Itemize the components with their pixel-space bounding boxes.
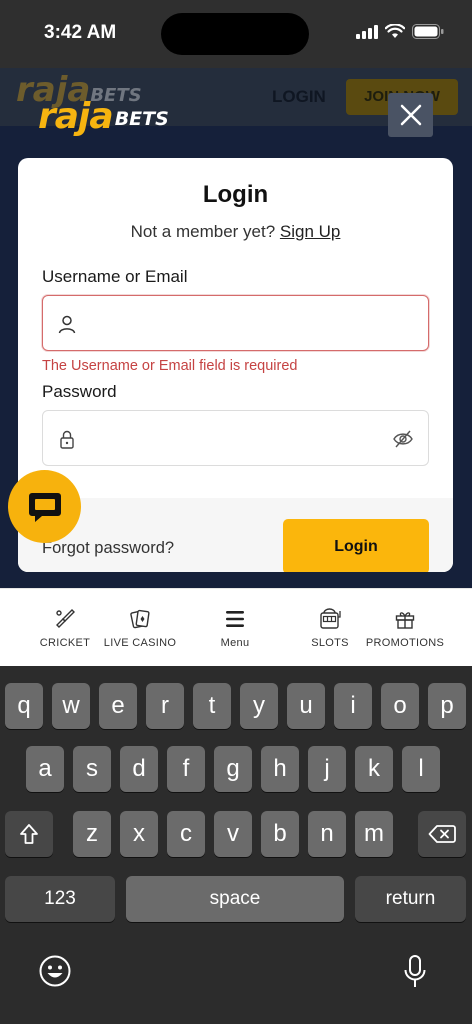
- key-a[interactable]: a: [26, 746, 64, 792]
- nav-item-cricket[interactable]: CRICKET: [36, 607, 94, 649]
- key-p[interactable]: p: [428, 683, 466, 729]
- key-f[interactable]: f: [167, 746, 205, 792]
- key-u[interactable]: u: [287, 683, 325, 729]
- key-m[interactable]: m: [355, 811, 393, 857]
- key-h[interactable]: h: [261, 746, 299, 792]
- key-t[interactable]: t: [193, 683, 231, 729]
- slot-machine-icon: [320, 608, 341, 629]
- nav-item-promotions[interactable]: PROMOTIONS: [366, 607, 444, 649]
- gift-icon: [395, 612, 415, 629]
- key-z[interactable]: z: [73, 811, 111, 857]
- status-time: 3:42 AM: [44, 22, 117, 43]
- emoji-icon[interactable]: [38, 954, 72, 988]
- key-w[interactable]: w: [52, 683, 90, 729]
- hamburger-menu-icon: [226, 611, 244, 627]
- nav-item-live-casino[interactable]: LIVE CASINO: [102, 607, 178, 649]
- space-key[interactable]: space: [126, 876, 344, 922]
- login-button[interactable]: Login: [283, 519, 429, 572]
- signup-prompt: Not a member yet? Sign Up: [18, 222, 453, 242]
- header-login-link[interactable]: LOGIN: [272, 87, 326, 107]
- bottom-nav: CRICKET LIVE CASINO Menu SLOTS PROMOTION…: [0, 588, 472, 666]
- key-c[interactable]: c: [167, 811, 205, 857]
- close-button[interactable]: [388, 93, 433, 137]
- key-l[interactable]: l: [402, 746, 440, 792]
- nav-item-slots[interactable]: SLOTS: [306, 607, 354, 649]
- chat-button[interactable]: [8, 470, 81, 543]
- logo-wordmark: raja: [38, 96, 114, 137]
- numbers-key[interactable]: 123: [5, 876, 115, 922]
- username-input[interactable]: [91, 304, 391, 342]
- forgot-password-link[interactable]: Forgot password?: [42, 539, 174, 558]
- eye-off-icon[interactable]: [392, 429, 414, 449]
- key-b[interactable]: b: [261, 811, 299, 857]
- onscreen-keyboard: q w e r t y u i o p a s d f g h j k l z …: [0, 666, 472, 1024]
- playing-cards-icon: [130, 609, 150, 629]
- shift-arrow-icon: [20, 824, 38, 844]
- key-n[interactable]: n: [308, 811, 346, 857]
- cricket-bat-icon: [56, 609, 75, 628]
- key-e[interactable]: e: [99, 683, 137, 729]
- username-field[interactable]: [42, 295, 429, 351]
- key-y[interactable]: y: [240, 683, 278, 729]
- battery-icon: [412, 24, 444, 39]
- brand-logo: raja BETS: [38, 96, 169, 136]
- return-key[interactable]: return: [355, 876, 466, 922]
- username-error: The Username or Email field is required: [42, 358, 298, 374]
- user-icon: [58, 315, 76, 334]
- logo-suffix: BETS: [114, 108, 169, 130]
- key-v[interactable]: v: [214, 811, 252, 857]
- cellular-signal-icon: [356, 24, 378, 39]
- dynamic-island: [161, 13, 309, 55]
- status-icons: [356, 24, 444, 39]
- password-label: Password: [42, 382, 117, 401]
- login-modal: Login Not a member yet? Sign Up Username…: [18, 158, 453, 572]
- shift-key[interactable]: [5, 811, 53, 857]
- wifi-icon: [385, 24, 405, 38]
- key-i[interactable]: i: [334, 683, 372, 729]
- backspace-icon: [428, 825, 456, 843]
- modal-title: Login: [202, 181, 269, 208]
- backspace-key[interactable]: [418, 811, 466, 857]
- key-s[interactable]: s: [73, 746, 111, 792]
- key-g[interactable]: g: [214, 746, 252, 792]
- key-x[interactable]: x: [120, 811, 158, 857]
- microphone-icon[interactable]: [402, 954, 428, 990]
- key-o[interactable]: o: [381, 683, 419, 729]
- key-r[interactable]: r: [146, 683, 184, 729]
- key-k[interactable]: k: [355, 746, 393, 792]
- key-j[interactable]: j: [308, 746, 346, 792]
- password-field[interactable]: [42, 410, 429, 466]
- chat-icon: [28, 492, 61, 522]
- signup-prompt-text: Not a member yet?: [130, 222, 276, 241]
- signup-link[interactable]: Sign Up: [280, 222, 340, 241]
- password-input[interactable]: [91, 419, 391, 457]
- username-label: Username or Email: [42, 267, 188, 286]
- status-bar: 3:42 AM: [0, 0, 472, 68]
- key-d[interactable]: d: [120, 746, 158, 792]
- key-q[interactable]: q: [5, 683, 43, 729]
- lock-icon: [60, 430, 74, 449]
- nav-item-menu[interactable]: Menu: [212, 607, 258, 649]
- close-icon: [400, 104, 421, 126]
